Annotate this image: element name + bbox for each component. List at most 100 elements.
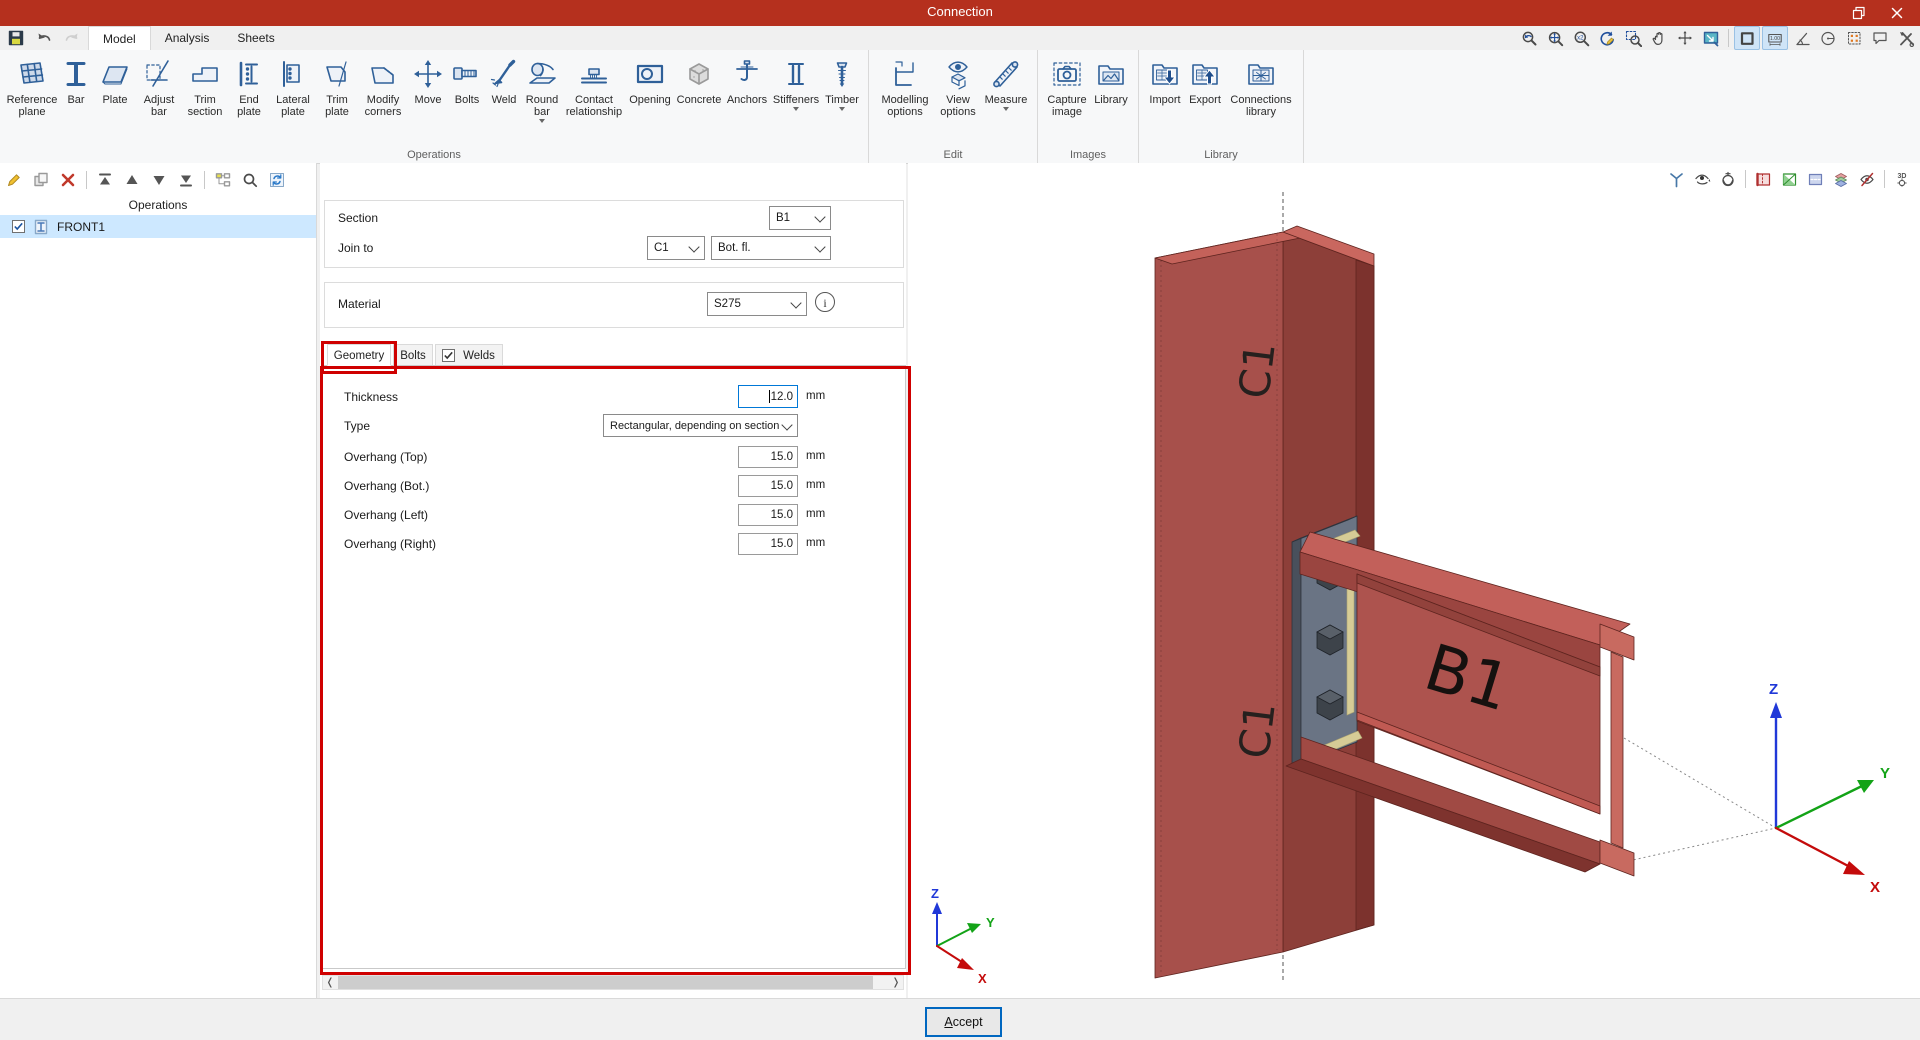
modelling-options-button[interactable]: Modelling options xyxy=(875,53,935,142)
bolt-2[interactable] xyxy=(1316,624,1344,656)
tab-welds[interactable]: Welds xyxy=(435,344,503,366)
lateral-plate-button[interactable]: Lateral plate xyxy=(270,53,316,142)
snap-button[interactable] xyxy=(1842,27,1866,49)
restore-button[interactable] xyxy=(1844,4,1874,22)
clip-y-button[interactable] xyxy=(1777,168,1801,190)
anchors-button[interactable]: Anchors xyxy=(724,53,770,142)
close-button[interactable] xyxy=(1882,4,1912,22)
move-down-button[interactable] xyxy=(147,169,171,191)
scrollbar-thumb[interactable] xyxy=(338,976,873,989)
trim-plate-button[interactable]: Trim plate xyxy=(316,53,358,142)
tab-geometry[interactable]: Geometry xyxy=(327,344,391,366)
timber-button[interactable]: Timber xyxy=(822,53,862,142)
zoom-previous-button[interactable] xyxy=(1517,27,1541,49)
orbit-gimbal-button[interactable] xyxy=(1716,168,1740,190)
overhang-bot-input[interactable]: 15.0 xyxy=(738,475,798,497)
measure-button[interactable]: Measure xyxy=(981,53,1031,142)
redo-button[interactable] xyxy=(60,27,84,49)
overhang-top-input[interactable]: 15.0 xyxy=(738,446,798,468)
orbit-eye-button[interactable] xyxy=(1690,168,1714,190)
join-member-select[interactable]: C1 xyxy=(647,236,705,260)
pan-button[interactable] xyxy=(1647,27,1671,49)
operation-checkbox[interactable] xyxy=(12,220,25,233)
redraw-button[interactable] xyxy=(1595,27,1619,49)
scroll-right-arrow[interactable]: ❭ xyxy=(889,976,903,989)
library-button[interactable]: Library xyxy=(1090,53,1132,142)
round-bar-button[interactable]: Round bar xyxy=(522,53,562,142)
end-plate-icon xyxy=(231,56,267,92)
import-button[interactable]: Import xyxy=(1145,53,1185,142)
dimensions-button[interactable]: 1.00 xyxy=(1762,26,1788,50)
overhang-right-input[interactable]: 15.0 xyxy=(738,533,798,555)
zoom-previous-icon xyxy=(1519,28,1539,48)
capture-image-button[interactable]: Capture image xyxy=(1044,53,1090,142)
zoom-extents-button[interactable] xyxy=(1543,27,1567,49)
arc-button[interactable] xyxy=(1816,27,1840,49)
bar-button[interactable]: Bar xyxy=(58,53,94,142)
overhang-left-input[interactable]: 15.0 xyxy=(738,504,798,526)
zoom-scale-button[interactable]: x2 xyxy=(1569,27,1593,49)
fit-view-button[interactable] xyxy=(1699,27,1723,49)
trim-section-button[interactable]: Trim section xyxy=(182,53,228,142)
delete-button[interactable] xyxy=(56,169,80,191)
contact-relationship-button[interactable]: Contact relationship xyxy=(562,53,626,142)
tab-model[interactable]: Model xyxy=(88,26,151,51)
horizontal-scrollbar[interactable]: ❬ ❭ xyxy=(322,975,904,990)
find-button[interactable] xyxy=(238,169,262,191)
section-select[interactable]: B1 xyxy=(769,206,831,230)
tree-button[interactable] xyxy=(211,169,235,191)
bolts-button[interactable]: Bolts xyxy=(448,53,486,142)
move-up-button[interactable] xyxy=(120,169,144,191)
solid-view-button[interactable] xyxy=(1734,26,1760,50)
operation-item-front1[interactable]: FRONT1 xyxy=(0,215,316,238)
concrete-button[interactable]: Concrete xyxy=(674,53,724,142)
opening-button[interactable]: Opening xyxy=(626,53,674,142)
view-options-button[interactable]: View options xyxy=(935,53,981,142)
material-info-icon[interactable]: i xyxy=(815,292,835,312)
reference-plane-button[interactable]: Reference plane xyxy=(6,53,58,142)
orbit-button[interactable] xyxy=(1673,27,1697,49)
weld-button[interactable]: Weld xyxy=(486,53,522,142)
thickness-input[interactable]: 12.0 xyxy=(738,385,798,408)
axes-triad-button[interactable] xyxy=(1664,168,1688,190)
duplicate-button[interactable] xyxy=(29,169,53,191)
ribbon-button-label: Trim section xyxy=(187,94,223,119)
stiffeners-button[interactable]: Stiffeners xyxy=(770,53,822,142)
undo-button[interactable] xyxy=(32,27,56,49)
tab-bolts[interactable]: Bolts xyxy=(393,344,433,366)
connections-library-button[interactable]: Connections library xyxy=(1225,53,1297,142)
tools-button[interactable] xyxy=(1894,27,1918,49)
welds-checkbox[interactable] xyxy=(442,349,455,362)
move-bottom-button[interactable] xyxy=(174,169,198,191)
zoom-window-button[interactable] xyxy=(1621,27,1645,49)
tab-analysis[interactable]: Analysis xyxy=(151,26,224,50)
join-part-select[interactable]: Bot. fl. xyxy=(711,236,831,260)
scroll-left-arrow[interactable]: ❬ xyxy=(323,976,337,989)
modify-corners-button[interactable]: Modify corners xyxy=(358,53,408,142)
export-button[interactable]: Export xyxy=(1185,53,1225,142)
edit-pencil-button[interactable] xyxy=(2,169,26,191)
type-select[interactable]: Rectangular, depending on section xyxy=(603,414,798,437)
clip-z-button[interactable] xyxy=(1803,168,1827,190)
bolt-3[interactable] xyxy=(1316,689,1344,721)
accept-button[interactable]: Accept xyxy=(925,1007,1002,1037)
accept-key: A xyxy=(944,1015,953,1029)
material-select[interactable]: S275 xyxy=(707,292,807,316)
workplane-3d-button[interactable]: 3D xyxy=(1890,168,1914,190)
comment-button[interactable] xyxy=(1868,27,1892,49)
move-top-button[interactable] xyxy=(93,169,117,191)
purge-button[interactable] xyxy=(265,169,289,191)
move-button[interactable]: Move xyxy=(408,53,448,142)
viewport-3d[interactable]: C1 C1 B1 Z Y X Z Y X 3D xyxy=(908,163,1920,998)
clip-x-button[interactable] xyxy=(1751,168,1775,190)
reference-plane-icon xyxy=(14,56,50,92)
adjust-bar-button[interactable]: Adjust bar xyxy=(136,53,182,142)
plate-button[interactable]: Plate xyxy=(94,53,136,142)
layers-button[interactable] xyxy=(1829,168,1853,190)
angle-button[interactable] xyxy=(1790,27,1814,49)
end-plate-button[interactable]: End plate xyxy=(228,53,270,142)
separator xyxy=(1884,170,1885,188)
save-button[interactable] xyxy=(4,27,28,49)
hide-button[interactable] xyxy=(1855,168,1879,190)
tab-sheets[interactable]: Sheets xyxy=(223,26,288,50)
